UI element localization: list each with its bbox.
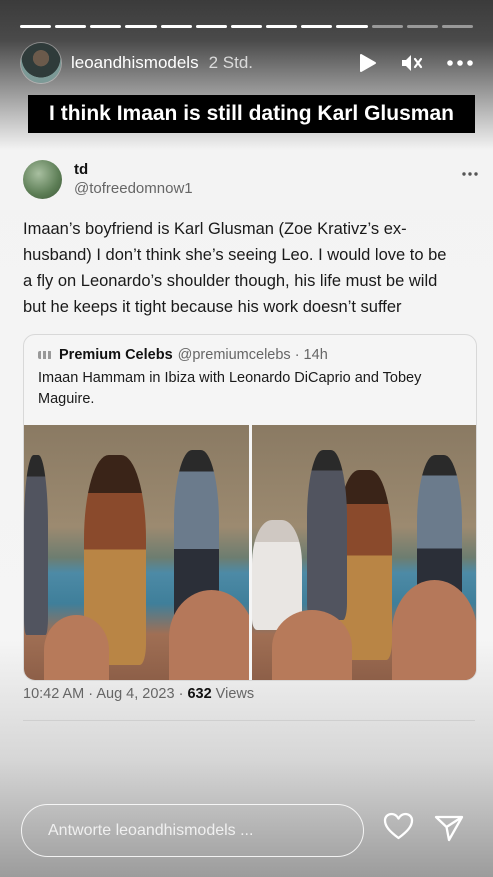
quoted-photo <box>24 425 249 680</box>
tweet-author-name: td <box>74 161 89 178</box>
reply-placeholder: Antworte leoandhismodels ... <box>48 821 254 839</box>
tweet-author-handle: @tofreedomnow1 <box>74 180 193 197</box>
tweet-timestamp: 10:42 AM · Aug 4, 2023 · <box>23 686 188 702</box>
progress-segment <box>441 25 474 28</box>
quoted-tweet: Premium Celebs @premiumcelebs · 14h Imaa… <box>23 334 477 681</box>
tweet-views-label: Views <box>211 686 255 702</box>
progress-segment <box>266 25 298 28</box>
quoted-tweet-text: Imaan Hammam in Ibiza with Leonardo DiCa… <box>38 370 422 407</box>
story-caption-banner: I think Imaan is still dating Karl Glusm… <box>28 95 475 133</box>
tweet-text: Imaan’s boyfriend is Karl Glusman (Zoe K… <box>23 220 447 316</box>
progress-segment <box>55 25 87 28</box>
tweet-meta: 10:42 AM · Aug 4, 2023 · 632 Views <box>23 686 254 702</box>
reply-input[interactable]: Antworte leoandhismodels ... <box>21 804 364 857</box>
quoted-photo <box>251 425 476 680</box>
progress-segment <box>160 25 192 28</box>
quoted-author-name: Premium Celebs <box>59 347 173 363</box>
quoted-photos <box>24 425 476 680</box>
more-icon[interactable] <box>447 60 473 66</box>
story-progress-bar <box>20 25 474 28</box>
story-header: leoandhismodels 2 Std. <box>21 43 473 83</box>
progress-segment <box>301 25 333 28</box>
tweet-more-icon <box>462 163 478 181</box>
progress-segment <box>125 25 157 28</box>
mute-icon[interactable] <box>401 53 423 73</box>
progress-segment <box>230 25 263 28</box>
progress-segment <box>90 25 122 28</box>
send-icon[interactable] <box>434 814 464 847</box>
progress-segment <box>371 25 403 28</box>
progress-segment <box>336 25 368 28</box>
story-time-ago: 2 Std. <box>208 53 254 72</box>
story-viewer: leoandhismodels 2 Std. I think Imaan is … <box>0 0 493 877</box>
tweet-card: td @tofreedomnow1 Imaan’s boyfriend is K… <box>23 160 478 681</box>
tweet-views-count: 632 <box>187 686 212 702</box>
progress-segment <box>20 25 52 28</box>
tweet-avatar <box>23 160 62 199</box>
quoted-author-handle: @premiumcelebs · 14h <box>177 347 328 363</box>
progress-segment <box>195 25 227 28</box>
play-icon[interactable] <box>359 53 377 73</box>
quoted-avatar-icon <box>38 351 52 359</box>
heart-icon[interactable] <box>383 812 414 845</box>
progress-segment <box>406 25 438 28</box>
divider <box>23 720 475 721</box>
story-username[interactable]: leoandhismodels <box>71 53 199 73</box>
avatar[interactable] <box>21 43 61 83</box>
